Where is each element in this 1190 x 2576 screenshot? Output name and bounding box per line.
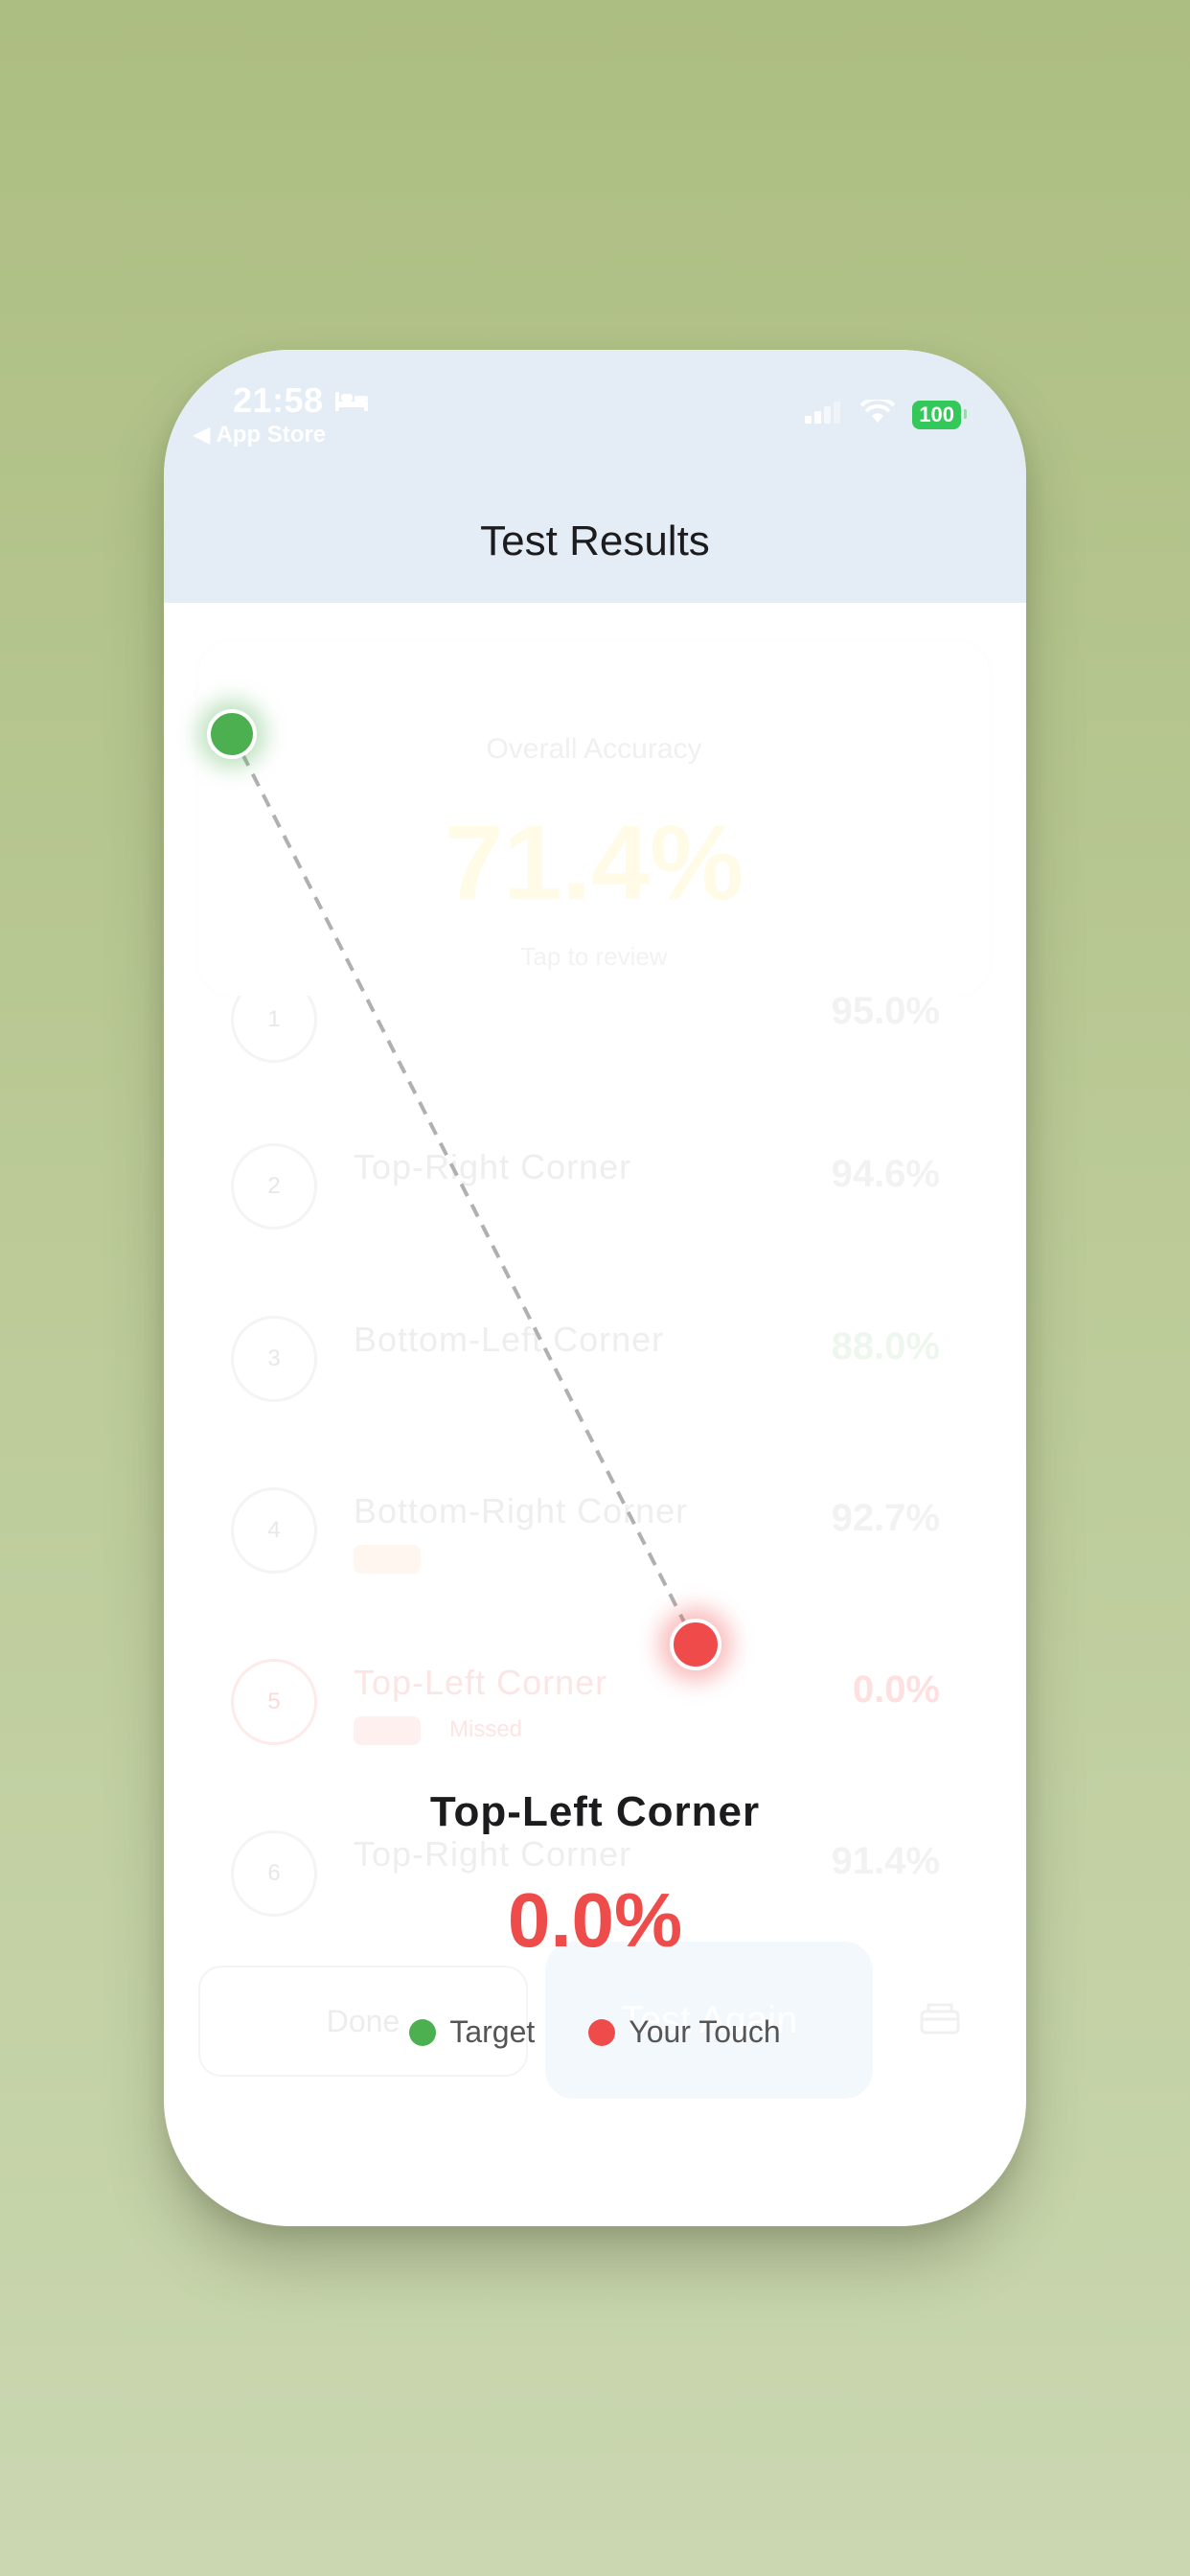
legend: Target Your Touch bbox=[0, 2014, 1190, 2050]
legend-target: Target bbox=[409, 2014, 535, 2050]
touch-dot bbox=[670, 1619, 721, 1670]
legend-touch: Your Touch bbox=[588, 2014, 781, 2050]
target-swatch bbox=[409, 2018, 437, 2046]
touch-offset-line bbox=[230, 732, 697, 1644]
touch-swatch bbox=[588, 2018, 616, 2046]
touch-visualization-overlay: Top-Left Corner 0.0% Target Your Touch bbox=[0, 0, 1190, 2576]
result-target-name: Top-Left Corner bbox=[429, 1788, 761, 1835]
target-dot bbox=[207, 709, 257, 759]
result-accuracy: 0.0% bbox=[507, 1877, 683, 1963]
